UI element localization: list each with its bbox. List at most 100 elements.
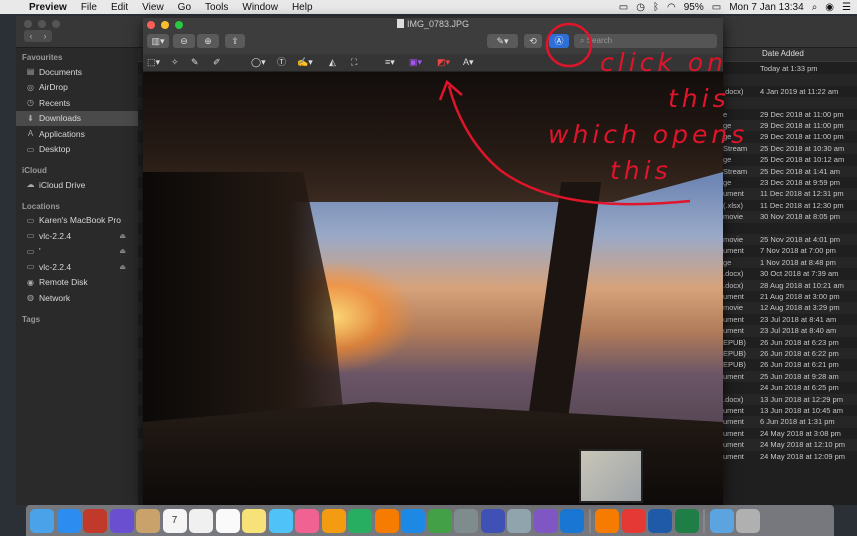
notification-center-icon[interactable]: ☰ [842,2,851,13]
kind-cell: .docx) [723,280,744,290]
vlc-icon[interactable] [595,508,619,533]
kind-cell: ument [723,292,744,301]
sidebar-item-label: Recents [39,97,71,108]
pages-icon[interactable] [321,508,346,533]
back-chevron-icon[interactable]: ‹ [24,30,38,42]
finder-icon[interactable] [30,508,54,533]
sidebar-item-remote-disk[interactable]: ◉ Remote Disk [16,275,138,291]
sign-icon[interactable]: ✍▾ [297,56,313,69]
jpg-file-icon [396,19,404,28]
numbers-icon[interactable] [348,508,372,533]
sidebar-item-airdrop[interactable]: ◎ AirDrop [16,80,138,96]
battery-percent[interactable]: 95% [684,2,704,13]
bluetooth-icon[interactable]: ᛒ [653,2,659,13]
zoom-button[interactable] [52,20,60,28]
star-icon[interactable] [533,508,558,533]
sidebar-item-icloud-drive[interactable]: ☁ iCloud Drive [16,177,138,193]
sidebar-item-recents[interactable]: ◷ Recents [16,95,138,111]
sidebar-item-vlc-1[interactable]: ▭ vlc-2.2.4 ⏏ [16,228,138,244]
time-machine-icon[interactable]: ◷ [636,2,645,13]
sidebar-item-macbook[interactable]: ▭ Karen's MacBook Pro [16,213,138,229]
sidebar-item-disk-quote[interactable]: ▭ ' ⏏ [16,244,138,260]
share-button[interactable]: ⇪ [225,34,245,48]
calendar-icon[interactable]: 7 [162,508,187,533]
text-style-icon[interactable]: A▾ [463,56,474,69]
zoom-out-button[interactable]: ⊖ [173,34,195,48]
minimize-button[interactable] [38,20,46,28]
folder-icon[interactable] [709,508,734,533]
user-icon[interactable]: ◉ [825,2,834,13]
clock[interactable]: Mon 7 Jan 13:34 [729,2,804,13]
facetime-icon[interactable] [427,508,452,533]
zoom-in-button[interactable]: ⊕ [197,34,219,48]
app-store-icon[interactable] [401,508,425,533]
menu-go[interactable]: Go [171,2,198,13]
music-icon[interactable] [295,508,319,533]
menu-app-name[interactable]: Preview [22,2,74,13]
draw-icon[interactable]: ✐ [213,56,221,69]
close-button[interactable] [24,20,32,28]
border-color-icon[interactable]: ▣▾ [409,56,422,69]
markup-toolbar-button[interactable]: Ⓐ [549,34,569,48]
menu-file[interactable]: File [74,2,104,13]
date-added-cell: 28 Aug 2018 at 10:21 am [760,280,844,290]
eject-icon[interactable]: ⏏ [119,263,126,271]
eject-icon[interactable]: ⏏ [119,232,126,240]
menu-view[interactable]: View [135,2,171,13]
spotlight-icon[interactable]: ⌕ [812,2,818,13]
selection-tool-icon[interactable]: ⬚▾ [147,56,160,69]
vlc-icon[interactable] [374,508,399,533]
keynote-icon[interactable] [560,508,584,533]
date-added-cell: 24 Jun 2018 at 6:25 pm [760,383,839,393]
rotate-button[interactable]: ⟲ [524,34,542,48]
cloud-icon: ☁ [26,180,35,190]
sidebar-item-network[interactable]: ◍ Network [16,290,138,306]
kind-cell: ge [723,257,732,267]
airplay-icon[interactable]: ▭ [619,2,628,13]
gear-icon[interactable] [454,508,478,533]
sidebar-item-vlc-2[interactable]: ▭ vlc-2.2.4 ⏏ [16,259,138,275]
preview-icon[interactable] [507,508,531,533]
kind-cell: movie [723,303,744,313]
sketch-icon[interactable]: ✎ [191,56,199,69]
line-style-icon[interactable]: ≡▾ [385,56,395,69]
sidebar-item-downloads[interactable]: ⬇ Downloads [16,110,138,126]
crop-icon[interactable]: ⛶ [351,56,357,69]
column-header-date-added[interactable]: Date Added [762,49,804,58]
shapes-icon[interactable]: ◯▾ [251,56,266,69]
word-icon[interactable] [648,508,672,533]
imovie-icon[interactable] [480,508,505,533]
text-tool-icon[interactable]: Ⓣ [277,56,286,69]
adjust-color-icon[interactable]: ◭ [329,56,336,69]
sidebar-item-applications[interactable]: A Applications [16,126,138,142]
share-icon: ⇪ [231,36,239,46]
messages-icon[interactable] [268,508,293,533]
search-input[interactable]: ⌕ Search [574,34,717,48]
instant-alpha-icon[interactable]: ✧ [171,56,179,69]
reminders-icon[interactable] [215,508,240,533]
wifi-icon[interactable]: ◠ [667,2,676,13]
pdf-icon[interactable] [621,508,646,533]
notes-icon[interactable] [242,508,266,533]
fill-color-icon[interactable]: ◩▾ [437,56,450,69]
sidebar-item-documents[interactable]: ▤ Documents [16,64,138,80]
contacts-icon[interactable] [136,508,160,533]
date-added-cell: 23 Dec 2018 at 9:59 pm [760,178,841,187]
safari-icon[interactable] [56,508,81,533]
battery-icon[interactable]: ▭ [712,2,721,13]
menu-edit[interactable]: Edit [104,2,135,13]
menu-tools[interactable]: Tools [198,2,235,13]
photo-booth-icon[interactable] [83,508,107,533]
excel-icon[interactable] [674,508,699,533]
eject-icon[interactable]: ⏏ [119,247,126,255]
menu-window[interactable]: Window [235,2,285,13]
date-added-cell: 25 Dec 2018 at 1:41 am [760,166,841,176]
sidebar-item-desktop[interactable]: ▭ Desktop [16,142,138,158]
siri-icon[interactable] [109,508,134,533]
photos-icon[interactable] [189,508,213,533]
forward-chevron-icon[interactable]: › [38,30,52,42]
trash-icon[interactable] [736,508,760,533]
sidebar-view-button[interactable]: ▥▾ [147,34,169,48]
highlight-button[interactable]: ✎▾ [487,34,518,48]
menu-help[interactable]: Help [285,2,320,13]
